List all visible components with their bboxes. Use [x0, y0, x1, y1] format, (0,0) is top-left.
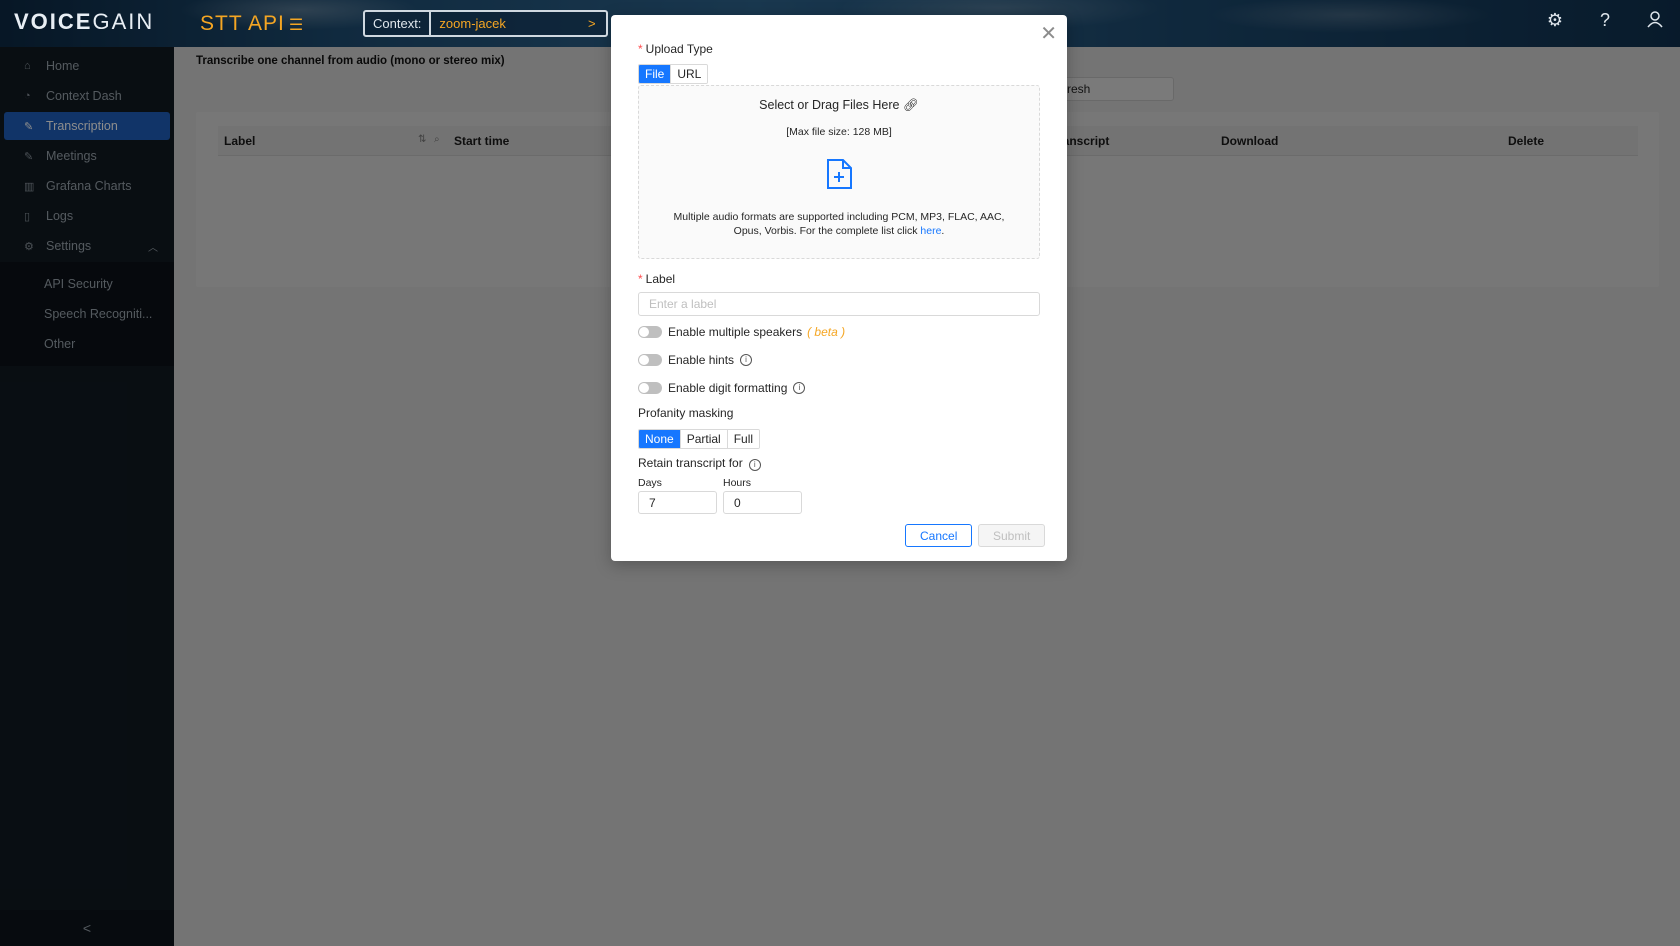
dropzone-max-size: [Max file size: 128 MB]	[786, 126, 892, 138]
menu-icon[interactable]: ☰	[289, 17, 304, 34]
hours-input[interactable]	[723, 491, 802, 514]
submit-button[interactable]: Submit	[978, 524, 1046, 547]
context-arrow-icon[interactable]: >	[588, 12, 606, 35]
user-icon[interactable]	[1630, 10, 1680, 33]
file-add-icon	[827, 159, 852, 189]
settings-gear-icon[interactable]: ⚙	[1530, 10, 1580, 33]
product-title: STT API ☰	[200, 12, 305, 35]
label-input[interactable]	[638, 292, 1040, 316]
help-icon[interactable]: ?	[1580, 10, 1630, 33]
hours-label: Hours	[723, 477, 752, 489]
hints-row: Enable hints i	[638, 353, 753, 367]
multiple-speakers-row: Enable multiple speakers ( beta )	[638, 325, 845, 339]
dropzone-description: Multiple audio formats are supported inc…	[673, 211, 1005, 237]
file-dropzone[interactable]: Select or Drag Files Here 🔗︎ [Max file s…	[638, 85, 1040, 259]
upload-type-toggle: File URL	[638, 64, 709, 84]
beta-badge: ( beta )	[807, 325, 846, 339]
profanity-masking-toggle: None Partial Full	[638, 429, 761, 449]
context-label: Context:	[365, 12, 432, 35]
paperclip-icon: 🔗︎	[902, 98, 919, 112]
digit-formatting-row: Enable digit formatting i	[638, 381, 806, 395]
context-selector[interactable]: Context: zoom-jacek >	[363, 10, 608, 37]
digit-formatting-switch[interactable]	[638, 382, 662, 394]
profanity-none[interactable]: None	[639, 430, 681, 448]
info-icon[interactable]: i	[740, 354, 753, 366]
multiple-speakers-switch[interactable]	[638, 326, 662, 338]
upload-type-url[interactable]: URL	[671, 65, 708, 83]
close-icon[interactable]: ✕	[1040, 21, 1057, 46]
profanity-full[interactable]: Full	[727, 430, 760, 448]
profanity-masking-label: Profanity masking	[638, 406, 734, 420]
upload-type-file[interactable]: File	[639, 65, 672, 83]
info-icon[interactable]: i	[748, 459, 761, 471]
cancel-button[interactable]: Cancel	[905, 524, 973, 547]
profanity-partial[interactable]: Partial	[680, 430, 728, 448]
upload-modal: ✕ * Upload Type File URL Select or Drag F…	[611, 15, 1067, 561]
context-value[interactable]: zoom-jacek	[431, 12, 588, 35]
label-field-label: * Label	[638, 272, 676, 286]
info-icon[interactable]: i	[793, 382, 806, 394]
voicegain-logo[interactable]: VOICEGAIN	[14, 9, 154, 35]
hints-switch[interactable]	[638, 354, 662, 366]
formats-link[interactable]: here	[920, 225, 941, 237]
days-input[interactable]	[638, 491, 717, 514]
dropzone-title: Select or Drag Files Here 🔗︎	[759, 98, 919, 112]
days-label: Days	[638, 477, 662, 489]
upload-type-label: * Upload Type	[638, 42, 713, 56]
retain-transcript-label: Retain transcript for i	[638, 456, 761, 471]
